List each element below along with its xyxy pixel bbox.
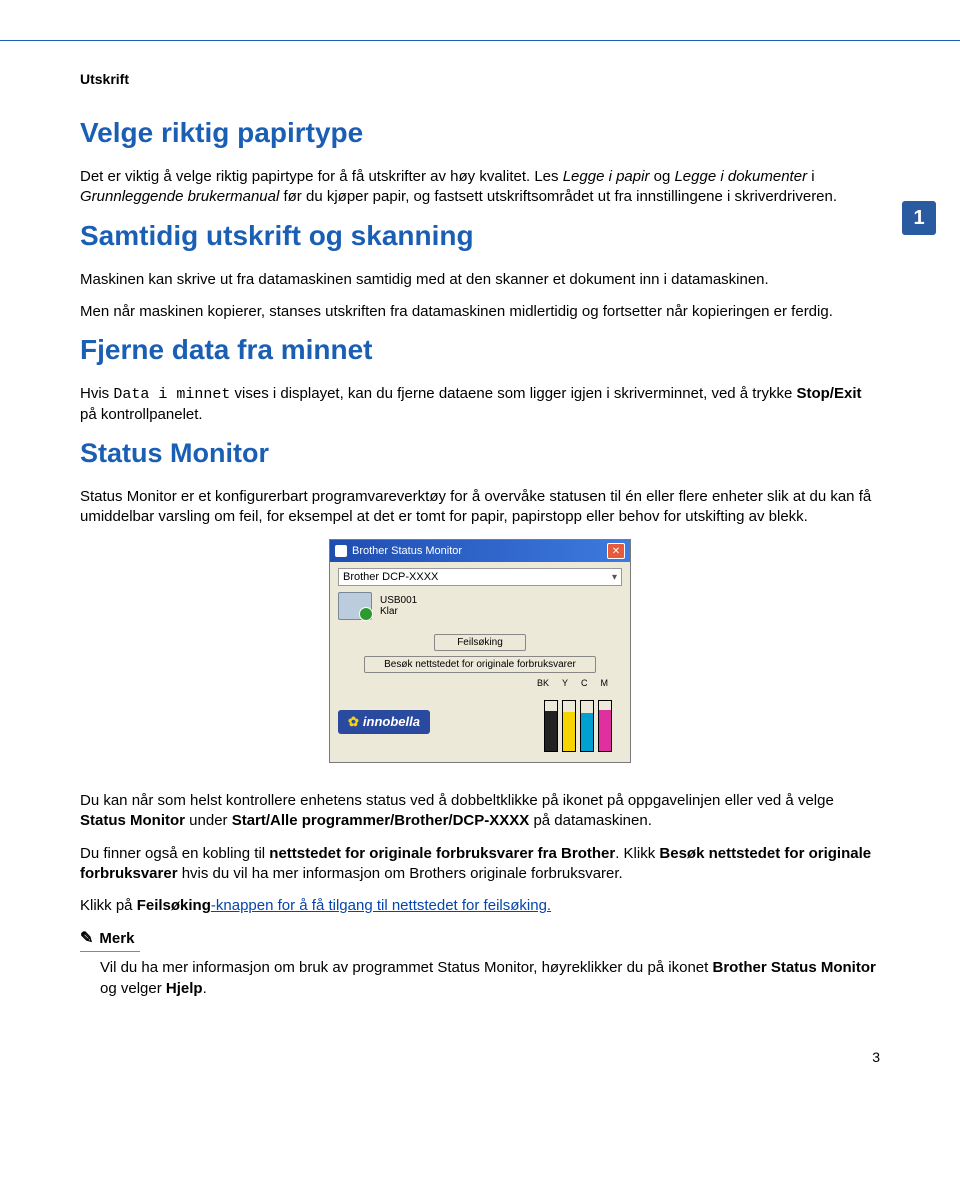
note-icon: ✎ <box>80 928 93 948</box>
paragraph: Klikk på Feilsøking-knappen for å få til… <box>80 896 880 916</box>
ink-c <box>580 700 594 752</box>
paragraph: Du finner også en kobling til nettstedet… <box>80 844 880 885</box>
paragraph: Du kan når som helst kontrollere enheten… <box>80 791 880 832</box>
status-label: Klar <box>380 606 417 617</box>
heading-samtidig: Samtidig utskrift og skanning <box>80 220 880 252</box>
chapter-label: Utskrift <box>80 71 880 87</box>
ink-bk <box>544 700 558 752</box>
ink-y <box>562 700 576 752</box>
port-label: USB001 <box>380 595 417 606</box>
window-title: Brother Status Monitor <box>352 545 462 557</box>
close-icon[interactable]: ✕ <box>607 543 625 559</box>
innobella-logo: innobella <box>338 710 430 734</box>
titlebar: Brother Status Monitor ✕ <box>330 540 630 562</box>
heading-papirtype: Velge riktig papirtype <box>80 117 880 149</box>
note-body: Vil du ha mer informasjon om bruk av pro… <box>80 958 880 999</box>
printer-icon <box>338 592 372 620</box>
ink-levels <box>544 700 622 752</box>
app-icon <box>335 545 347 557</box>
chapter-number-badge: 1 <box>902 201 936 235</box>
device-dropdown[interactable]: Brother DCP-XXXX▾ <box>338 568 622 586</box>
heading-fjerne: Fjerne data fra minnet <box>80 334 880 366</box>
paragraph: Det er viktig å velge riktig papirtype f… <box>80 167 880 208</box>
troubleshoot-button[interactable]: Feilsøking <box>434 634 526 651</box>
paragraph: Hvis Data i minnet vises i displayet, ka… <box>80 384 880 426</box>
ink-labels: BK Y C M <box>338 678 622 688</box>
paragraph: Men når maskinen kopierer, stanses utskr… <box>80 302 880 322</box>
paragraph: Maskinen kan skrive ut fra datamaskinen … <box>80 270 880 290</box>
chevron-down-icon: ▾ <box>612 572 617 583</box>
paragraph: Status Monitor er et konfigurerbart prog… <box>80 487 880 528</box>
note-label: Merk <box>99 930 134 947</box>
note-box: ✎ Merk Vil du ha mer informasjon om bruk… <box>80 928 880 999</box>
status-monitor-window: Brother Status Monitor ✕ Brother DCP-XXX… <box>329 539 631 763</box>
document-page: 1 Utskrift Velge riktig papirtype Det er… <box>0 41 960 1019</box>
supplies-website-button[interactable]: Besøk nettstedet for originale forbruksv… <box>364 656 596 673</box>
page-number: 3 <box>0 1049 960 1065</box>
ink-m <box>598 700 612 752</box>
heading-statusmonitor: Status Monitor <box>80 438 880 469</box>
troubleshoot-link[interactable]: -knappen for å få tilgang til nettstedet… <box>211 897 551 914</box>
